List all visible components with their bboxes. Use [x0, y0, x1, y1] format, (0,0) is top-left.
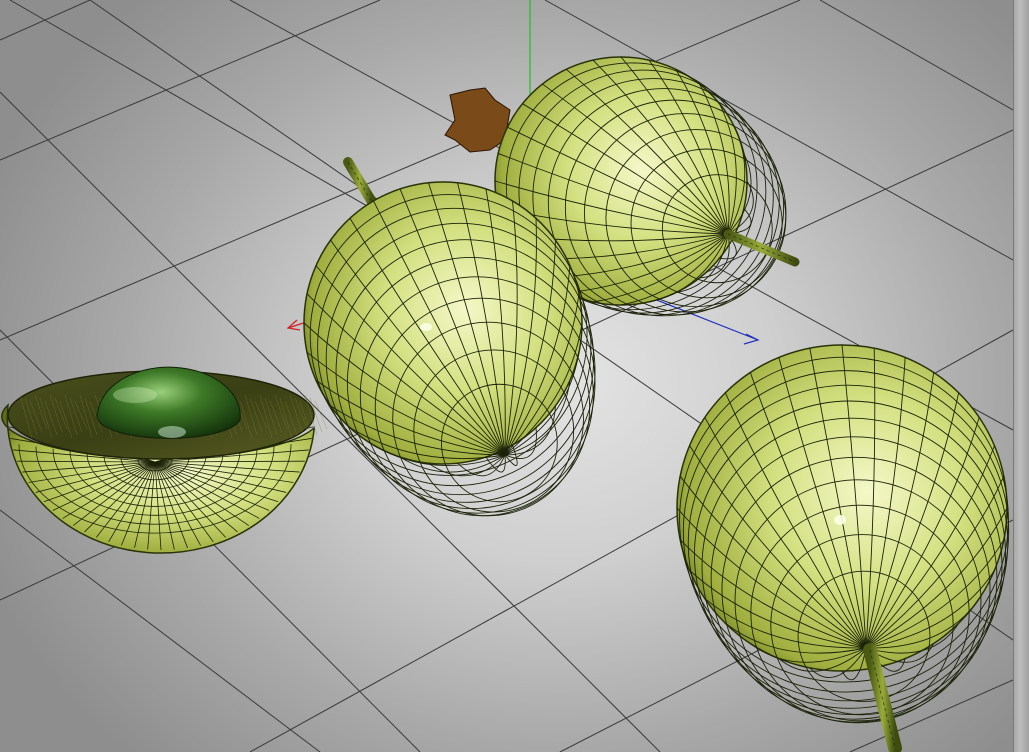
viewport-scene: [0, 0, 1013, 752]
leaf-cluster: [444, 87, 511, 153]
3d-viewport[interactable]: [0, 0, 1013, 752]
vertical-scrollbar[interactable]: [1013, 0, 1029, 752]
fruit-whole-front-right[interactable]: [676, 344, 1010, 752]
fruit-half-cut[interactable]: [1, 366, 328, 554]
